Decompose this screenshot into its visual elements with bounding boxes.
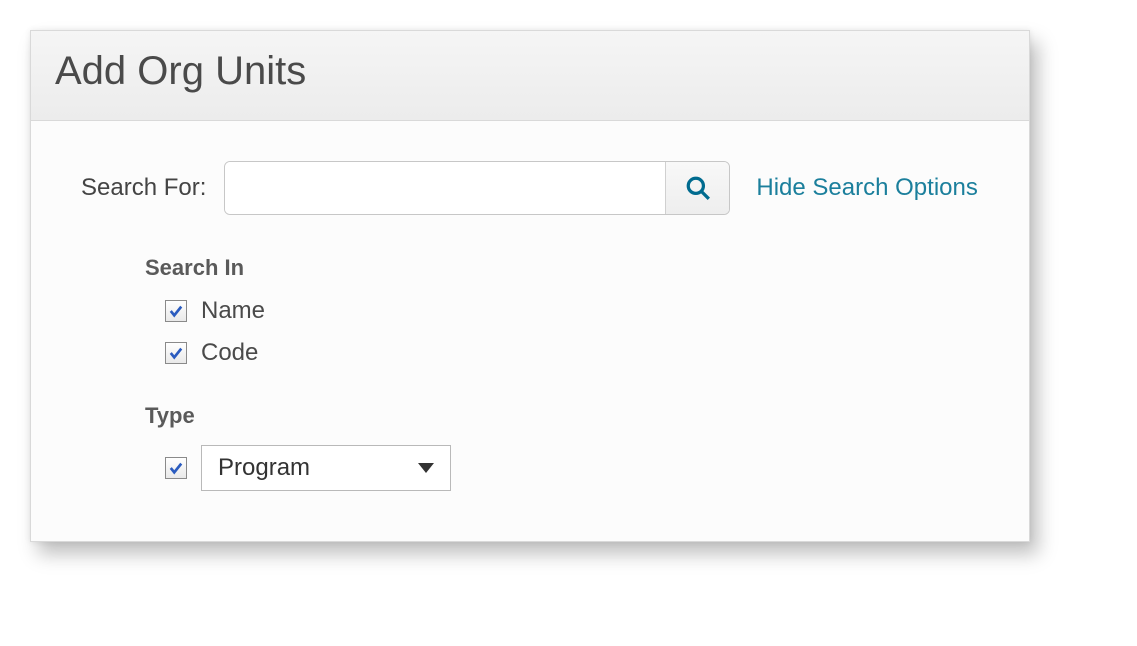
dialog-title: Add Org Units bbox=[55, 49, 1005, 94]
chevron-down-icon bbox=[418, 463, 434, 473]
search-icon bbox=[685, 175, 711, 201]
search-in-name-row: Name bbox=[145, 297, 999, 325]
dialog-body: Search For: Hide Search Options Search I… bbox=[31, 121, 1029, 541]
type-select-value: Program bbox=[218, 454, 310, 482]
code-checkbox-label: Code bbox=[201, 339, 258, 367]
search-button[interactable] bbox=[665, 162, 729, 214]
search-in-code-row: Code bbox=[145, 339, 999, 367]
name-checkbox[interactable] bbox=[165, 300, 187, 322]
name-checkbox-label: Name bbox=[201, 297, 265, 325]
search-for-label: Search For: bbox=[81, 174, 206, 202]
type-select[interactable]: Program bbox=[201, 445, 451, 491]
dialog-header: Add Org Units bbox=[31, 31, 1029, 121]
search-input-group bbox=[224, 161, 730, 215]
type-checkbox[interactable] bbox=[165, 457, 187, 479]
search-options-block: Search In Name Code Type bbox=[81, 255, 999, 491]
search-input[interactable] bbox=[225, 162, 665, 214]
code-checkbox[interactable] bbox=[165, 342, 187, 364]
add-org-units-dialog: Add Org Units Search For: Hide Search Op… bbox=[30, 30, 1030, 542]
check-icon bbox=[169, 304, 183, 318]
search-row: Search For: Hide Search Options bbox=[81, 161, 999, 215]
hide-search-options-link[interactable]: Hide Search Options bbox=[756, 174, 977, 202]
check-icon bbox=[169, 461, 183, 475]
check-icon bbox=[169, 346, 183, 360]
type-row: Program bbox=[145, 445, 999, 491]
search-in-title: Search In bbox=[145, 255, 999, 281]
type-group: Type Program bbox=[145, 403, 999, 491]
type-title: Type bbox=[145, 403, 999, 429]
